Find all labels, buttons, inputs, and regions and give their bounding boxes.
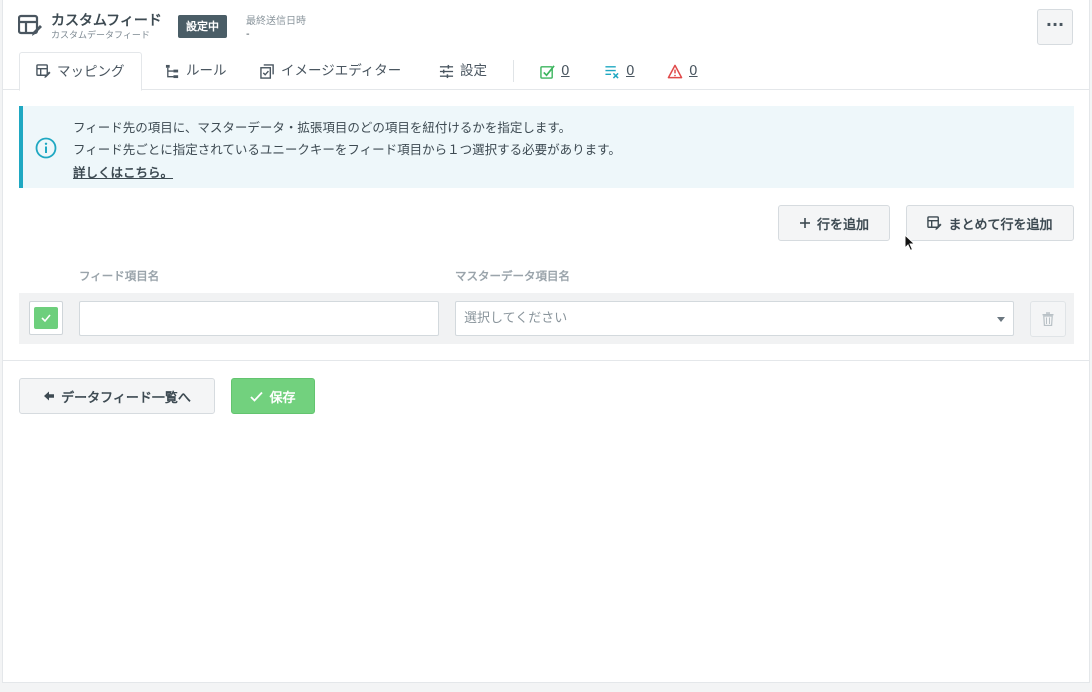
chevron-down-icon — [997, 317, 1005, 322]
section-divider — [3, 360, 1089, 361]
tab-image-editor[interactable]: イメージエディター — [260, 52, 401, 90]
mapping-edit-icon — [927, 215, 943, 230]
tab-divider — [513, 60, 514, 82]
feed-item-name-input[interactable] — [79, 301, 439, 336]
checkmark-icon — [41, 314, 51, 323]
tab-settings-label: 設定 — [460, 63, 487, 79]
tab-bar: マッピング ルール イメージエディター 設定 0 0 0 — [3, 52, 1089, 91]
last-sent-value: - — [246, 29, 250, 40]
tab-settings[interactable]: 設定 — [439, 52, 487, 90]
info-details-link[interactable]: 詳しくはこちら。 — [73, 162, 173, 181]
back-to-feed-list-button[interactable]: データフィード一覧へ — [19, 378, 215, 414]
tab-mapping-label: マッピング — [57, 63, 125, 80]
plus-icon — [799, 218, 810, 228]
counter-warning[interactable]: 0 — [667, 52, 698, 90]
info-banner: フィード先の項目に、マスターデータ・拡張項目のどの項目を紐付けるかを指定します。… — [19, 106, 1074, 188]
info-text-line-1: フィード先の項目に、マスターデータ・拡張項目のどの項目を紐付けるかを指定します。 — [73, 120, 572, 135]
mapping-row: 選択してください — [19, 293, 1074, 344]
info-icon — [35, 137, 57, 159]
check-list-icon — [540, 64, 555, 79]
image-editor-icon — [260, 63, 274, 79]
last-sent-label: 最終送信日時 — [246, 16, 306, 27]
sliders-icon — [439, 64, 454, 78]
status-badge: 設定中 — [178, 15, 227, 38]
save-button[interactable]: 保存 — [231, 378, 315, 414]
page-subtitle: カスタムデータフィード — [51, 31, 150, 41]
counter-valid[interactable]: 0 — [540, 52, 570, 90]
checkbox-checked — [34, 307, 58, 329]
add-row-label: 行を追加 — [816, 217, 869, 233]
unique-key-checkbox[interactable] — [29, 301, 63, 335]
data-feed-icon — [18, 14, 42, 36]
mapping-icon — [36, 64, 51, 79]
trash-icon — [1042, 312, 1054, 326]
counter-error-value: 0 — [626, 63, 635, 79]
arrow-left-icon — [44, 391, 55, 401]
counter-valid-value: 0 — [561, 63, 570, 79]
page-header: カスタムフィード カスタムデータフィード 設定中 最終送信日時 - ··· — [3, 0, 1089, 52]
page-frame: カスタムフィード カスタムデータフィード 設定中 最終送信日時 - ··· マッ… — [2, 0, 1090, 683]
bulk-add-row-label: まとめて行を追加 — [948, 217, 1053, 233]
column-header-master-item: マスターデータ項目名 — [455, 269, 570, 283]
counter-error[interactable]: 0 — [604, 52, 635, 90]
rule-tree-icon — [165, 64, 179, 78]
delete-row-button[interactable] — [1030, 301, 1066, 337]
add-row-button[interactable]: 行を追加 — [778, 205, 890, 241]
info-text-line-2: フィード先ごとに指定されているユニークキーをフィード項目から１つ選択する必要があ… — [73, 142, 621, 157]
back-to-feed-list-label: データフィード一覧へ — [61, 390, 191, 406]
tab-mapping[interactable]: マッピング — [19, 52, 142, 91]
master-item-select-placeholder: 選択してください — [464, 311, 568, 326]
column-header-feed-item: フィード項目名 — [79, 269, 160, 283]
tab-rule[interactable]: ルール — [165, 52, 227, 90]
master-item-select[interactable]: 選択してください — [455, 301, 1014, 336]
check-icon — [250, 391, 264, 402]
more-options-button[interactable]: ··· — [1037, 9, 1073, 45]
tab-image-editor-label: イメージエディター — [281, 63, 402, 79]
counter-warning-value: 0 — [689, 63, 698, 79]
warning-icon — [667, 64, 683, 78]
save-label: 保存 — [269, 390, 296, 406]
mouse-cursor-icon — [904, 234, 916, 252]
error-list-icon — [605, 65, 619, 79]
page-title: カスタムフィード — [51, 13, 162, 29]
bulk-add-row-button[interactable]: まとめて行を追加 — [906, 205, 1074, 241]
tab-rule-label: ルール — [186, 63, 227, 79]
